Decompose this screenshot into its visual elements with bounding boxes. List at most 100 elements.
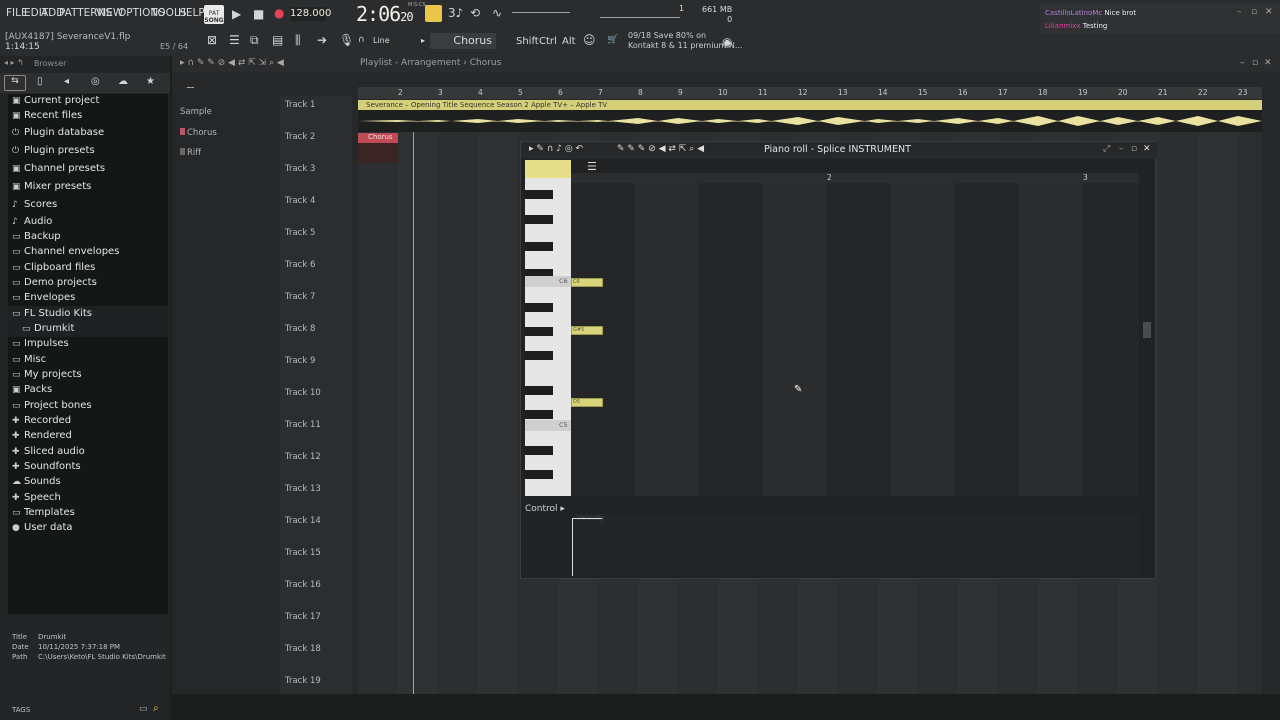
track-header[interactable]: Track 5 (285, 228, 315, 238)
target-icon[interactable]: ◎ (91, 76, 100, 87)
browser-item[interactable]: ▭ Drumkit (22, 323, 74, 334)
master-volume-slider[interactable] (512, 12, 570, 13)
metronome-button[interactable] (425, 5, 442, 22)
menu-icon[interactable]: ☰ (587, 160, 597, 173)
channel-rack-icon[interactable]: ▤ (272, 33, 283, 47)
browser-item[interactable]: ✚ Rendered (12, 430, 72, 441)
time-display[interactable]: 2:0620 (356, 2, 414, 26)
browser-item[interactable]: ☁ Sounds (12, 476, 61, 487)
black-key[interactable] (525, 215, 553, 224)
folder-icon[interactable]: ▭ (139, 704, 148, 714)
ctrl-key[interactable]: Ctrl (539, 36, 557, 47)
track-header[interactable]: Track 4 (285, 196, 315, 206)
piano-roll-grid[interactable]: C6 G#5 D5 (571, 183, 1139, 496)
browser-item[interactable]: ▭ FL Studio Kits (12, 308, 92, 319)
pattern-item[interactable]: Sample (180, 107, 212, 117)
browser-item[interactable]: ✚ Recorded (12, 415, 71, 426)
velocity-bar[interactable] (572, 518, 573, 576)
track-header[interactable]: Track 14 (285, 516, 321, 526)
track-header[interactable]: Track 1 (285, 100, 315, 110)
cart-icon[interactable]: 🛒 (607, 35, 618, 45)
file-icon[interactable]: ▯ (37, 76, 43, 87)
control-selector[interactable]: Control ▸ (525, 504, 565, 514)
browser-item[interactable]: ▭ Misc (12, 354, 46, 365)
pattern-arrow-icon[interactable]: ▸ (421, 36, 425, 45)
track-header[interactable]: Track 13 (285, 484, 321, 494)
track-header[interactable]: Track 12 (285, 452, 321, 462)
browser-item[interactable]: ⏻ Plugin database (12, 127, 104, 138)
stop-icon[interactable]: ■ (253, 7, 264, 21)
search-icon[interactable]: ⌕ (153, 703, 159, 714)
track-header[interactable]: Track 2 (285, 132, 315, 142)
minimize-icon[interactable]: – (1240, 58, 1245, 68)
browser-item[interactable]: ▣ Current project (12, 95, 99, 106)
playlist-tools-icons[interactable]: ▸ ∩ ✎ ✎ ⊘ ◀ ⇄ ⇱ ⇲ ⌕ ◀ (180, 58, 284, 68)
tempo-display[interactable]: 128.000 (290, 7, 331, 21)
black-key[interactable] (525, 327, 553, 336)
black-key[interactable] (525, 242, 553, 251)
close-icon[interactable]: ✕ (1264, 58, 1272, 68)
track-header[interactable]: Track 8 (285, 324, 315, 334)
maximize-icon[interactable]: ▫ (1251, 7, 1257, 17)
browser-item[interactable]: ▭ Demo projects (12, 277, 97, 288)
track-header[interactable]: Track 7 (285, 292, 315, 302)
maximize-icon[interactable]: ▫ (1131, 144, 1137, 154)
piano-roll-tools-icons[interactable]: ▸ ✎ ∩ ♪ ◎ ↶ (529, 144, 583, 154)
browser-back-icon[interactable]: ⇆ (4, 75, 26, 91)
black-key[interactable] (525, 470, 553, 479)
pat-song-toggle[interactable]: PAT SONG (204, 5, 224, 24)
playlist-ruler[interactable]: 2 3 4 5 6 7 8 9 10 11 12 13 14 15 16 17 … (358, 87, 1262, 99)
track-header[interactable]: Track 3 (285, 164, 315, 174)
track-header[interactable]: Track 15 (285, 548, 321, 558)
menu-help[interactable]: HELP (178, 7, 205, 19)
loop-record-icon[interactable]: ⟲ (470, 6, 480, 20)
tags-label[interactable]: TAGS (12, 706, 30, 714)
browser-item[interactable]: ▣ Packs (12, 384, 52, 395)
star-icon[interactable]: ★ (146, 76, 155, 87)
track-header[interactable]: Track 17 (285, 612, 321, 622)
browser-item[interactable]: ▭ Project bones (12, 400, 92, 411)
arrow-right-icon[interactable]: ➔ (317, 33, 327, 47)
browser-item[interactable]: ▭ Envelopes (12, 292, 75, 303)
speaker-icon[interactable]: ◂ (64, 76, 69, 87)
master-pitch-slider[interactable] (600, 8, 680, 18)
mixer-icon[interactable]: ⫼ (295, 33, 301, 48)
piano-icon[interactable]: ⧉ (250, 33, 259, 48)
magnet-icon[interactable]: ∩ (358, 35, 365, 45)
track-header[interactable]: Track 10 (285, 388, 321, 398)
shift-key[interactable]: Shift (516, 36, 539, 47)
piano-roll-ruler[interactable]: 2 3 (571, 173, 1139, 183)
track-header[interactable]: Track 19 (285, 676, 321, 686)
browser-item[interactable]: ♪ Scores (12, 199, 57, 210)
browser-item[interactable]: ▭ My projects (12, 369, 82, 380)
pattern-item[interactable]: Riff (180, 148, 201, 158)
news-icon[interactable]: ☺ (583, 33, 596, 47)
note[interactable]: D5 (571, 398, 603, 407)
record-icon[interactable]: ● (274, 6, 284, 20)
black-key[interactable] (525, 446, 553, 455)
browser-item[interactable]: ▭ Clipboard files (12, 262, 95, 273)
piano-keyboard[interactable]: C6 C5 (525, 178, 571, 496)
audio-clip[interactable]: Severance – Opening Title Sequence Seaso… (358, 100, 1262, 132)
track-header[interactable]: Track 16 (285, 580, 321, 590)
browser-item[interactable]: ✚ Speech (12, 492, 61, 503)
black-key[interactable] (525, 303, 553, 312)
globe-icon[interactable]: ◉ (722, 35, 732, 49)
browser-item[interactable]: ● User data (12, 522, 73, 533)
play-icon[interactable]: ▶ (232, 7, 241, 21)
note[interactable]: G#5 (571, 326, 603, 335)
close-icon[interactable]: ✕ (1265, 7, 1273, 17)
microphone-icon[interactable]: 🎙 (339, 33, 354, 47)
wave-icon[interactable]: ∿ (492, 6, 502, 20)
black-key[interactable] (525, 386, 553, 395)
track-header[interactable]: Track 6 (285, 260, 315, 270)
track-header[interactable]: Track 18 (285, 644, 321, 654)
browser-item[interactable]: ♪ Audio (12, 216, 52, 227)
browser-item[interactable]: ▭ Impulses (12, 338, 69, 349)
browser-item[interactable]: ✚ Soundfonts (12, 461, 81, 472)
maximize-icon[interactable]: ▫ (1252, 58, 1258, 68)
cloud-icon[interactable]: ☁ (118, 76, 128, 87)
black-key[interactable] (525, 190, 553, 199)
note[interactable]: C6 (571, 278, 603, 287)
browser-item[interactable]: ▭ Backup (12, 231, 61, 242)
